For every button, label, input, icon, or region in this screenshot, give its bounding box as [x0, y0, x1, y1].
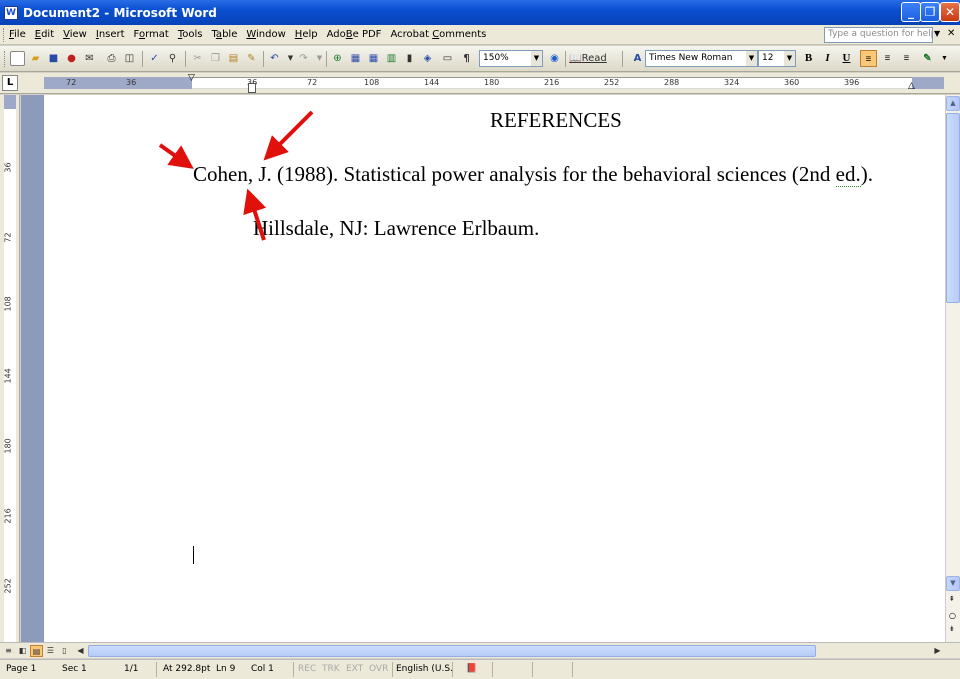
annotation-arrows — [158, 110, 314, 241]
status-record-macro[interactable]: REC — [298, 664, 316, 674]
status-page: Page 1 — [6, 664, 37, 674]
web-layout-icon[interactable]: ◧ — [16, 645, 29, 657]
normal-view-icon[interactable]: ≡ — [2, 645, 15, 657]
status-column: Col 1 — [251, 664, 274, 674]
status-separator — [492, 662, 493, 677]
status-overtype[interactable]: OVR — [369, 664, 388, 674]
arrow-to-first-line-start — [158, 143, 194, 169]
status-separator — [392, 662, 393, 677]
status-separator — [293, 662, 294, 677]
status-separator — [532, 662, 533, 677]
scroll-right-icon[interactable]: ▶ — [931, 645, 944, 657]
arrow-to-author-initial — [263, 110, 314, 161]
reading-layout-icon[interactable]: ▯ — [58, 645, 71, 657]
arrow-to-hanging-indent — [243, 188, 267, 241]
status-separator — [156, 662, 157, 677]
print-layout-icon[interactable]: ▤ — [30, 645, 43, 657]
status-separator — [452, 662, 453, 677]
status-language[interactable]: English (U.S. — [396, 664, 453, 674]
horizontal-scrollbar[interactable]: ≡ ◧ ▤ ☰ ▯ ◀ ▶ — [0, 642, 960, 658]
status-separator — [572, 662, 573, 677]
scroll-down-icon[interactable]: ▼ — [946, 576, 960, 591]
status-section: Sec 1 — [62, 664, 87, 674]
vertical-scrollbar[interactable]: ▲ ▼ ⇞ ○ ⇟ — [945, 95, 960, 642]
status-extend-selection[interactable]: EXT — [346, 664, 363, 674]
status-position: At 292.8pt — [163, 664, 211, 674]
scroll-up-icon[interactable]: ▲ — [946, 96, 960, 111]
select-browse-object-icon[interactable]: ○ — [949, 611, 956, 620]
next-page-icon[interactable]: ⇟ — [949, 625, 955, 633]
spelling-status-icon[interactable]: 📕 — [466, 664, 477, 674]
horizontal-scroll-thumb[interactable] — [88, 645, 816, 657]
status-track-changes[interactable]: TRK — [322, 664, 340, 674]
status-line: Ln 9 — [216, 664, 236, 674]
previous-page-icon[interactable]: ⇞ — [949, 595, 955, 603]
outline-view-icon[interactable]: ☰ — [44, 645, 57, 657]
scroll-left-icon[interactable]: ◀ — [74, 645, 87, 657]
status-page-count: 1/1 — [124, 664, 139, 674]
status-bar: Page 1 Sec 1 1/1 At 292.8pt Ln 9 Col 1 R… — [0, 659, 960, 679]
vertical-scroll-thumb[interactable] — [946, 113, 960, 303]
